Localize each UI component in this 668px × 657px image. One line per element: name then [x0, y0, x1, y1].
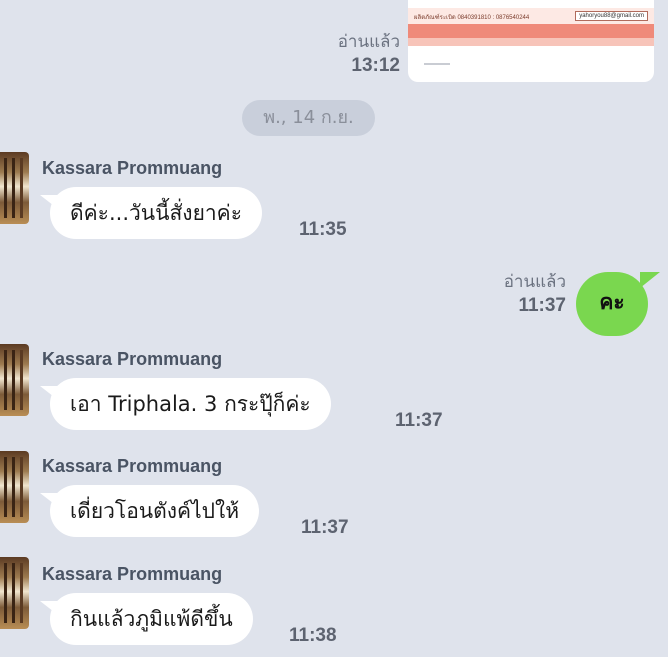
read-receipt: อ่านแล้ว [503, 272, 566, 292]
chat-thread[interactable]: ผลิตภัณฑ์ระเบิด 0840391810 : 0876540244 … [0, 0, 668, 657]
image-content-mark [424, 63, 450, 65]
avatar[interactable] [0, 152, 29, 224]
read-receipt: อ่านแล้ว [337, 32, 400, 52]
message-bubble[interactable]: เดี่ยวโอนตังค์ไปให้ [39, 485, 260, 537]
image-banner-bar [408, 24, 654, 38]
image-strip-text: ผลิตภัณฑ์ระเบิด 0840391810 : 0876540244 [414, 15, 530, 21]
sender-name: Kassara Prommuang [42, 456, 223, 476]
message-bubble[interactable]: เอา Triphala. 3 กระปุ๊ก็ค่ะ [40, 378, 331, 430]
avatar[interactable] [0, 557, 29, 629]
sender-name: Kassara Prommuang [42, 564, 223, 584]
image-banner-bar-light [408, 38, 654, 46]
message-time: 11:35 [299, 219, 347, 240]
message-bubble[interactable]: กินแล้วภูมิแพ้ดีขึ้น [40, 593, 253, 645]
avatar[interactable] [0, 451, 29, 523]
sent-message-meta: อ่านแล้ว 11:37 [504, 270, 566, 318]
message-time: 13:12 [351, 55, 400, 76]
sender-name: Kassara Prommuang [42, 158, 223, 178]
image-strip-email: yahoryou88@gmail.com [575, 11, 648, 21]
message-bubble[interactable]: ดีค่ะ...วันนี้สั่งยาค่ะ [40, 187, 262, 239]
date-divider: พ., 14 ก.ย. [242, 100, 375, 136]
sender-name: Kassara Prommuang [42, 349, 223, 369]
image-message-meta: อ่านแล้ว 13:12 [338, 30, 400, 78]
image-header-strip: ผลิตภัณฑ์ระเบิด 0840391810 : 0876540244 … [408, 8, 654, 24]
message-time: 11:37 [518, 295, 566, 316]
message-time: 11:37 [395, 410, 443, 431]
message-time: 11:38 [289, 625, 337, 646]
avatar[interactable] [0, 344, 29, 416]
message-time: 11:37 [301, 517, 349, 538]
shared-image-message[interactable]: ผลิตภัณฑ์ระเบิด 0840391810 : 0876540244 … [408, 0, 654, 82]
message-bubble-sent[interactable]: คะ [576, 272, 660, 336]
